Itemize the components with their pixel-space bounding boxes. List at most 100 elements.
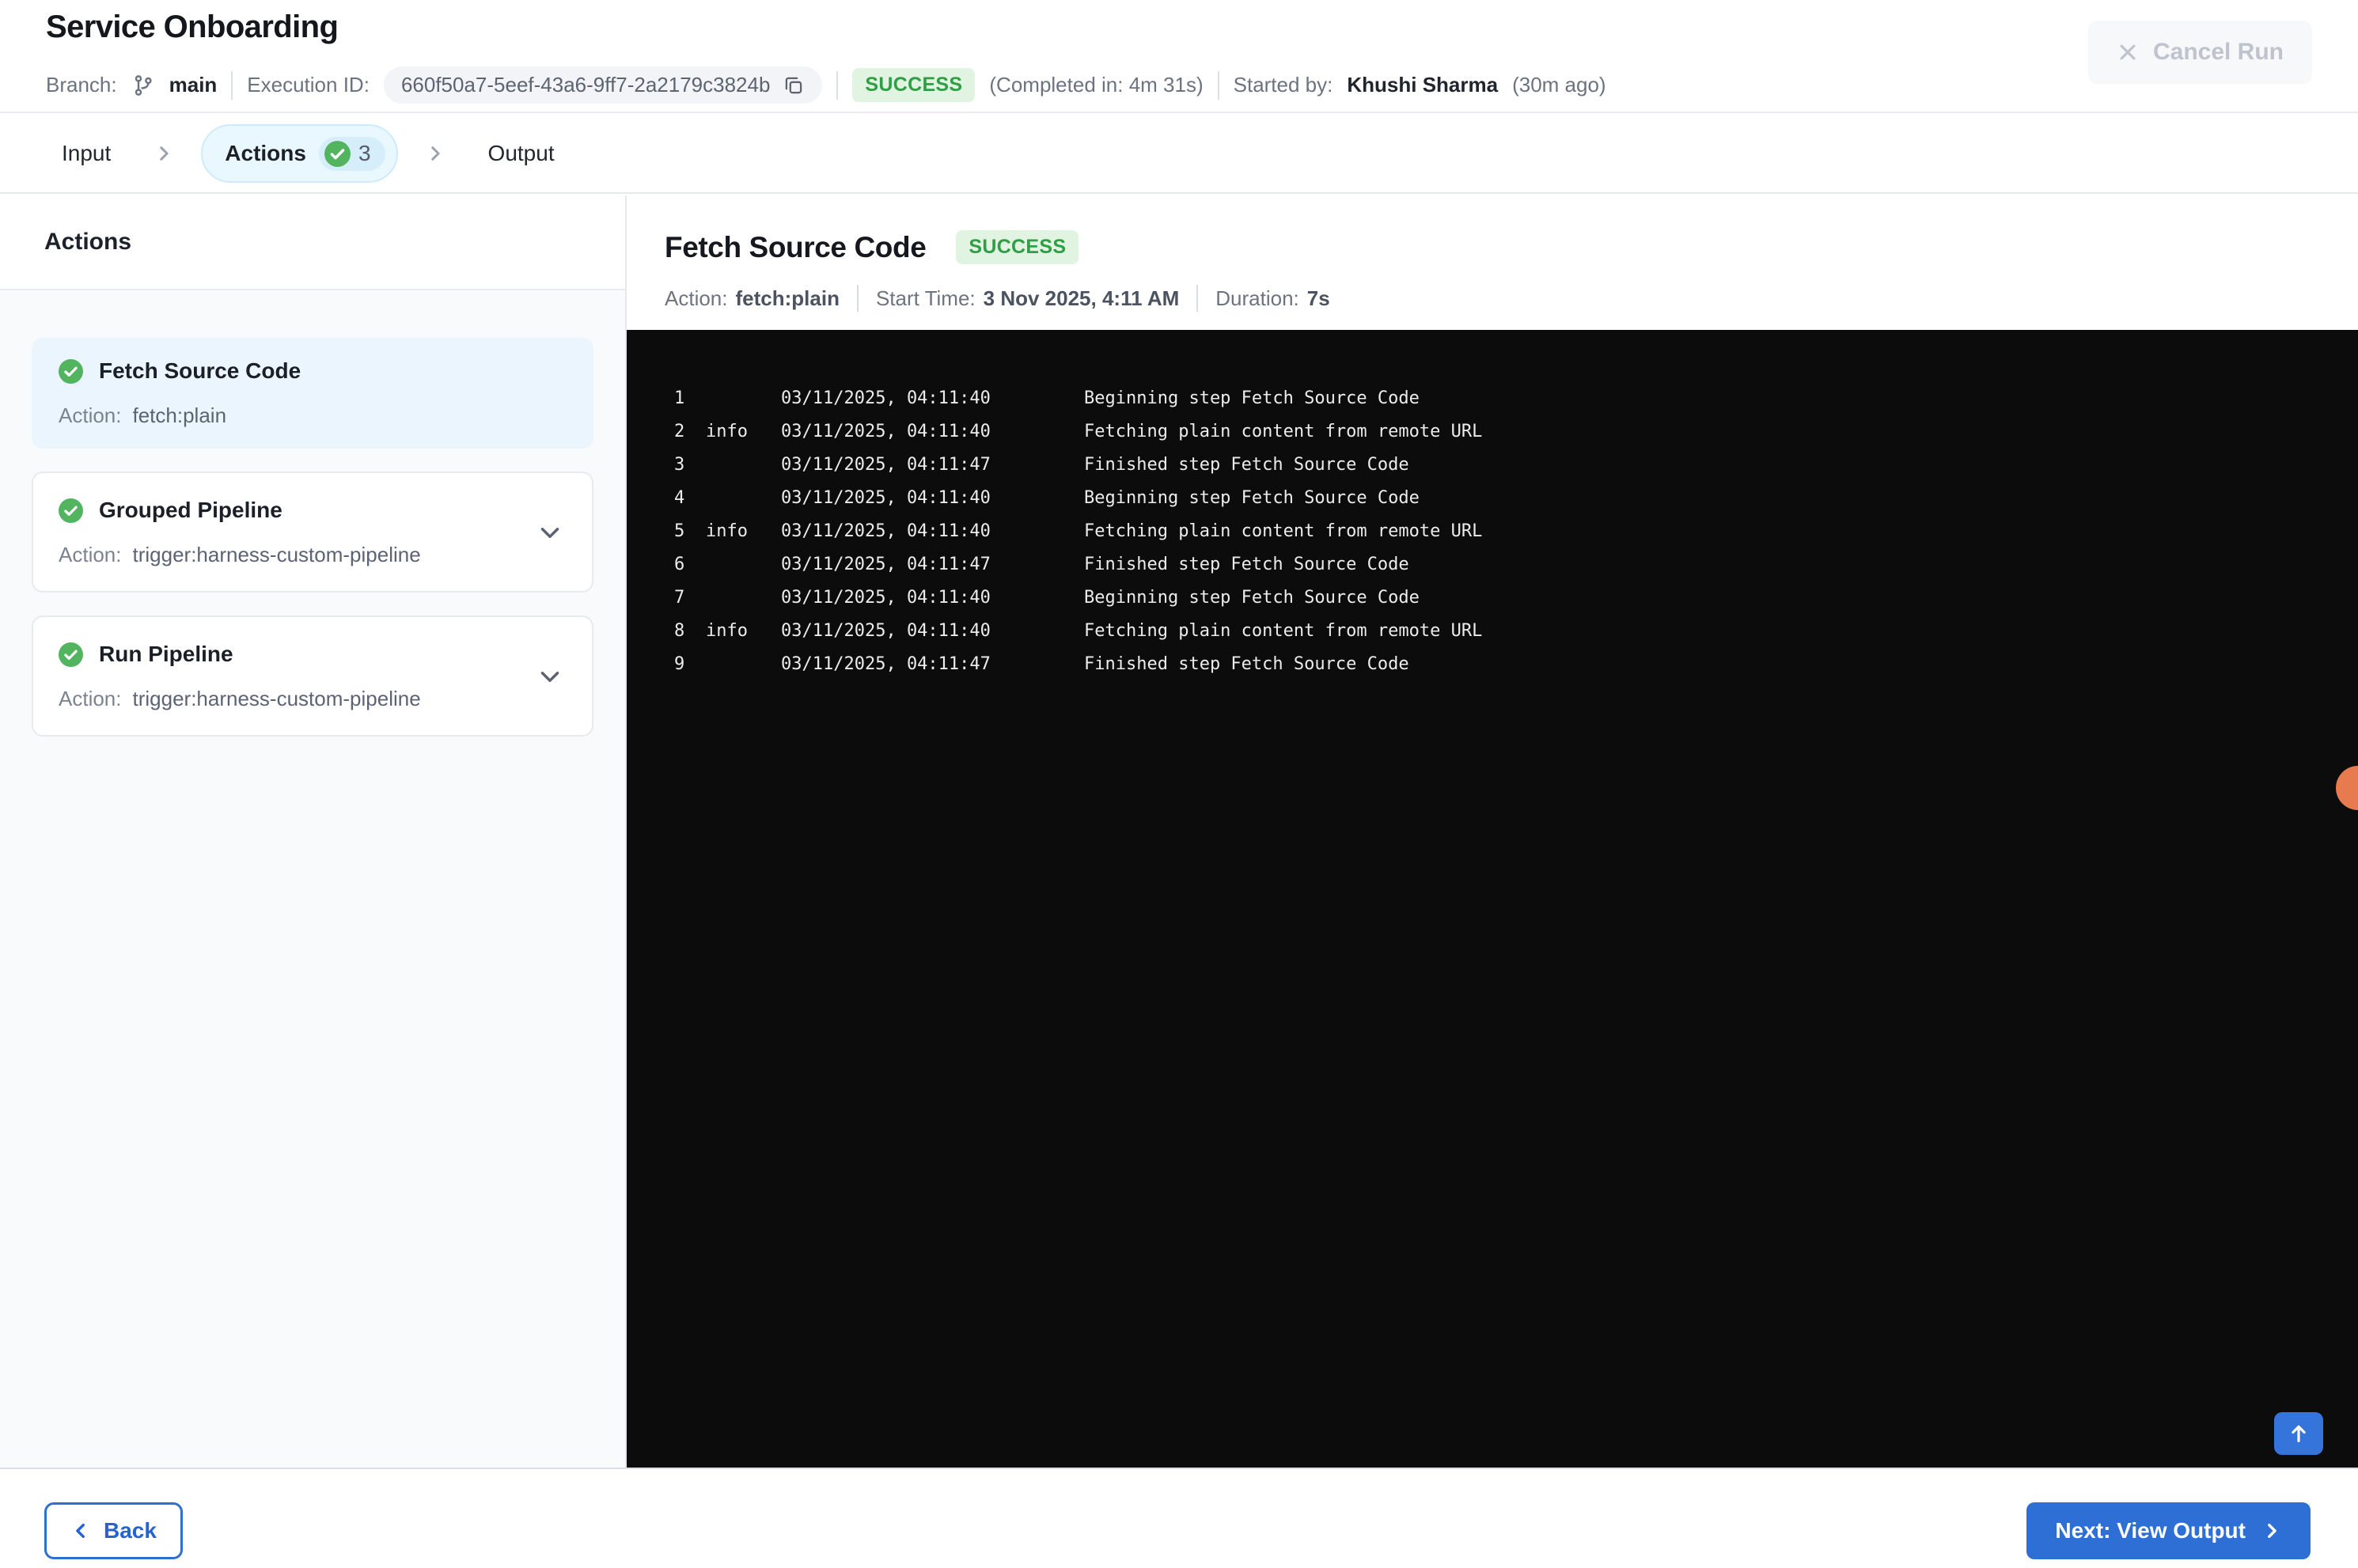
actions-count: 3 — [358, 141, 371, 165]
log-line-timestamp: 03/11/2025, 04:11:40 — [781, 521, 991, 541]
chevron-down-icon[interactable] — [536, 663, 563, 690]
execution-id-value: 660f50a7-5eef-43a6-9ff7-2a2179c3824b — [400, 73, 771, 97]
action-card[interactable]: Fetch Source Code Action: fetch:plain — [32, 338, 593, 449]
log-line-level: info — [706, 422, 748, 441]
log-line-timestamp: 03/11/2025, 04:11:40 — [781, 588, 991, 608]
next-label: Next: View Output — [2055, 1518, 2246, 1543]
footer-bar: Back Next: View Output — [0, 1468, 2358, 1568]
log-line: 9 03/11/2025, 04:11:47 Finished step Fetch… — [627, 648, 2358, 681]
log-line-message: Finished step Fetch Source Code — [1084, 555, 1409, 574]
git-branch-icon — [131, 74, 155, 97]
divider — [1217, 70, 1219, 100]
log-line: 3 03/11/2025, 04:11:47 Finished step Fetch… — [627, 449, 2358, 482]
log-line: 4 03/11/2025, 04:11:40 Beginning step Fetc… — [627, 482, 2358, 515]
tab-actions-label: Actions — [225, 141, 306, 165]
started-by-label: Started by: — [1233, 73, 1333, 97]
log-line-timestamp: 03/11/2025, 04:11:40 — [781, 422, 991, 441]
log-line-number: 6 — [674, 555, 685, 574]
log-line-number: 2 — [674, 422, 685, 441]
log-line: 5 info 03/11/2025, 04:11:40 Fetching plain … — [627, 515, 2358, 548]
check-circle-icon — [59, 358, 83, 384]
completed-in-text: (Completed in: 4m 31s) — [989, 73, 1204, 97]
log-line-number: 1 — [674, 388, 685, 408]
check-circle-icon — [59, 498, 83, 523]
action-value: trigger:harness-custom-pipeline — [132, 687, 421, 710]
log-line: 7 03/11/2025, 04:11:40 Beginning step Fetc… — [627, 581, 2358, 615]
action-label: Action: — [59, 687, 122, 710]
log-line-level — [706, 382, 781, 415]
log-line-level: info — [706, 621, 748, 641]
floating-widget-button[interactable] — [2336, 766, 2358, 810]
log-line: 1 03/11/2025, 04:11:40 Beginning step Fetc… — [627, 382, 2358, 415]
log-console[interactable]: 1 03/11/2025, 04:11:40 Beginning step Fetc… — [627, 330, 2358, 1468]
action-value: fetch:plain — [132, 403, 227, 427]
log-line-message: Beginning step Fetch Source Code — [1084, 388, 1420, 408]
log-line-level — [706, 449, 781, 482]
cancel-run-label: Cancel Run — [2152, 39, 2284, 65]
step-title: Fetch Source Code — [665, 230, 927, 263]
cancel-run-button[interactable]: Cancel Run — [2087, 21, 2312, 84]
actions-count-pill: 3 — [318, 136, 385, 171]
check-circle-icon — [59, 642, 83, 667]
started-by-name: Khushi Sharma — [1347, 73, 1499, 97]
log-line-level — [706, 648, 781, 681]
tab-output[interactable]: Output — [472, 126, 571, 181]
step-start-value: 3 Nov 2025, 4:11 AM — [983, 286, 1180, 310]
log-line-message: Finished step Fetch Source Code — [1084, 654, 1409, 674]
log-line-message: Finished step Fetch Source Code — [1084, 455, 1409, 475]
log-line-number: 7 — [674, 588, 685, 608]
next-view-output-button[interactable]: Next: View Output — [2026, 1502, 2311, 1559]
divider — [231, 70, 233, 100]
step-duration-label: Duration: — [1215, 286, 1299, 310]
log-line-message: Fetching plain content from remote URL — [1084, 521, 1483, 541]
log-lines: 1 03/11/2025, 04:11:40 Beginning step Fetc… — [627, 382, 2358, 681]
log-line-message: Beginning step Fetch Source Code — [1084, 488, 1420, 508]
scroll-to-top-button[interactable] — [2274, 1412, 2323, 1455]
log-line-level — [706, 581, 781, 615]
branch-label: Branch: — [46, 73, 117, 97]
back-label: Back — [104, 1518, 157, 1543]
log-line-level — [706, 548, 781, 581]
action-card[interactable]: Grouped Pipeline Action: trigger:harness-c… — [32, 472, 593, 593]
execution-id-label: Execution ID: — [247, 73, 370, 97]
step-action-label: Action: — [665, 286, 728, 310]
action-value: trigger:harness-custom-pipeline — [132, 543, 421, 566]
chevron-left-icon — [70, 1521, 91, 1541]
divider — [836, 70, 839, 100]
tab-actions[interactable]: Actions 3 — [201, 124, 398, 183]
back-button[interactable]: Back — [44, 1502, 183, 1559]
log-line-timestamp: 03/11/2025, 04:11:40 — [781, 621, 991, 641]
divider — [856, 285, 859, 312]
execution-id-pill: 660f50a7-5eef-43a6-9ff7-2a2179c3824b — [383, 66, 823, 104]
log-line-message: Fetching plain content from remote URL — [1084, 422, 1483, 441]
step-start-label: Start Time: — [875, 286, 976, 310]
log-line-timestamp: 03/11/2025, 04:11:40 — [781, 488, 991, 508]
page-title: Service Onboarding — [46, 9, 339, 44]
action-card-title: Fetch Source Code — [99, 358, 301, 383]
copy-icon[interactable] — [783, 74, 805, 97]
actions-list: Fetch Source Code Action: fetch:plain Group… — [0, 290, 625, 768]
log-line-message: Beginning step Fetch Source Code — [1084, 588, 1420, 608]
log-line-timestamp: 03/11/2025, 04:11:47 — [781, 555, 991, 574]
content-area: Actions Fetch Source Code Action: fetch:pl… — [0, 195, 2358, 1468]
stepper-bar: Input Actions 3 Output — [0, 115, 2358, 194]
step-detail-header: Fetch Source Code SUCCESS Action: fetch:… — [627, 195, 2358, 330]
chevron-right-icon — [425, 143, 445, 164]
started-ago-text: (30m ago) — [1512, 73, 1606, 97]
top-header: Service Onboarding Branch: main Executio… — [0, 0, 2358, 113]
action-card-title: Run Pipeline — [99, 642, 233, 666]
log-line-level — [706, 482, 781, 515]
log-line: 8 info 03/11/2025, 04:11:40 Fetching plain … — [627, 615, 2358, 648]
chevron-down-icon[interactable] — [536, 519, 563, 546]
step-duration-value: 7s — [1306, 286, 1330, 310]
tab-input[interactable]: Input — [46, 126, 127, 181]
execution-meta-row: Branch: main Execution ID: 660f50a7-5eef… — [46, 66, 1606, 104]
log-line-number: 5 — [674, 521, 685, 541]
log-line: 2 info 03/11/2025, 04:11:40 Fetching plain … — [627, 415, 2358, 449]
action-card-title: Grouped Pipeline — [99, 498, 282, 522]
branch-name: main — [169, 73, 218, 97]
arrow-up-icon — [2287, 1422, 2311, 1445]
action-card[interactable]: Run Pipeline Action: trigger:harness-custo… — [32, 615, 593, 737]
step-action-value: fetch:plain — [735, 286, 840, 310]
actions-sidebar: Actions Fetch Source Code Action: fetch:pl… — [0, 195, 627, 1468]
